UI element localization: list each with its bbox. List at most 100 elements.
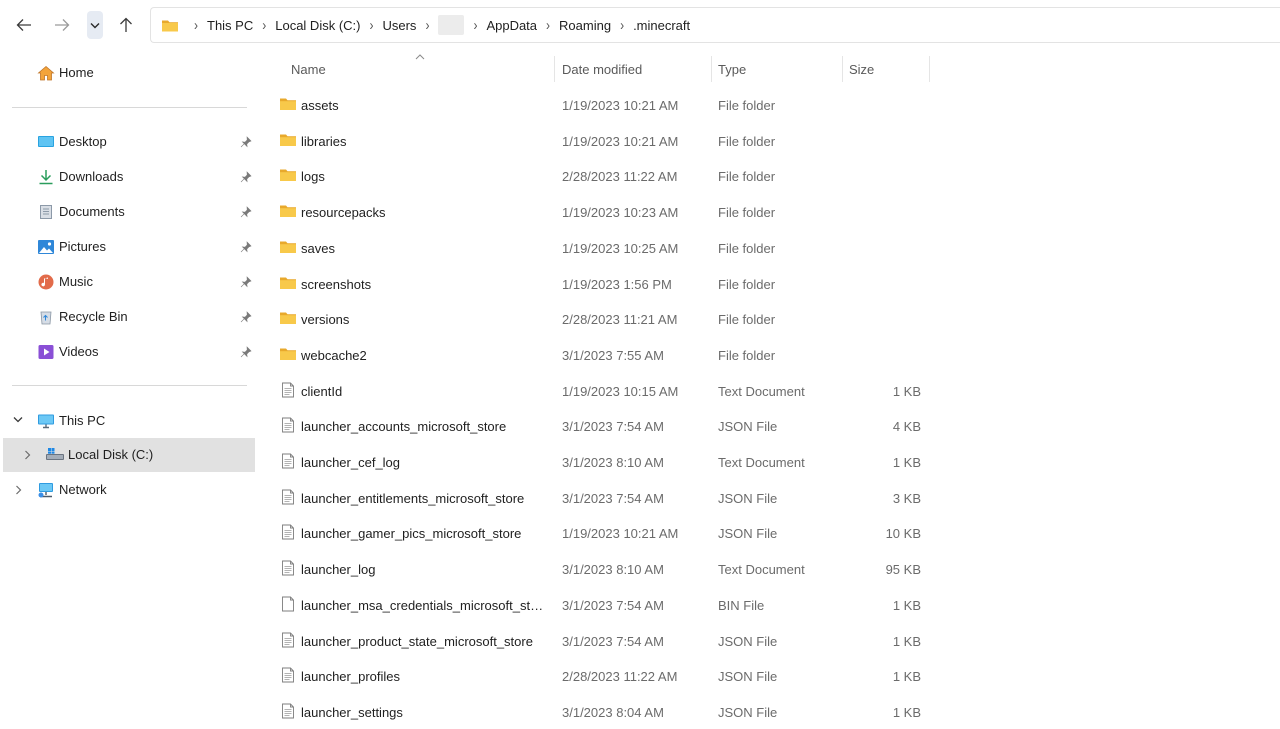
file-row[interactable]: launcher_entitlements_microsoft_store 3/1…: [257, 481, 937, 515]
pin-icon[interactable]: [240, 276, 252, 288]
file-row[interactable]: libraries 1/19/2023 10:21 AM File folder: [257, 124, 937, 158]
column-header-date[interactable]: Date modified: [562, 62, 642, 77]
sidebar-item-network[interactable]: Network: [0, 473, 255, 507]
sidebar-item-this-pc[interactable]: This PC: [0, 404, 255, 438]
column-header-size[interactable]: Size: [849, 62, 874, 77]
sidebar-item-recycle-bin[interactable]: Recycle Bin: [0, 300, 255, 334]
folder-icon: [280, 277, 296, 289]
file-type: JSON File: [718, 669, 778, 685]
column-header-type[interactable]: Type: [718, 62, 746, 77]
videos-icon: [38, 345, 54, 359]
sidebar-item-pictures[interactable]: Pictures: [0, 230, 255, 264]
breadcrumb-user-redacted[interactable]: [438, 15, 465, 35]
breadcrumb-separator: ›: [262, 16, 267, 34]
sidebar-item-music[interactable]: Music: [0, 265, 255, 299]
file-type: Text Document: [718, 455, 805, 470]
file-date-modified: 3/1/2023 7:54 AM: [562, 490, 664, 506]
file-row[interactable]: launcher_cef_log 3/1/2023 8:10 AM Text Doc…: [257, 445, 937, 479]
sidebar-item-label: Pictures: [59, 239, 106, 254]
column-divider[interactable]: [554, 56, 555, 82]
recent-locations-button[interactable]: [87, 11, 103, 39]
pin-icon[interactable]: [240, 311, 252, 323]
file-row[interactable]: webcache2 3/1/2023 7:55 AM File folder: [257, 338, 937, 372]
file-type: File folder: [718, 98, 776, 113]
file-row[interactable]: logs 2/28/2023 11:22 AM File folder: [257, 159, 937, 193]
breadcrumb-separator: ›: [425, 16, 430, 34]
pin-icon[interactable]: [240, 206, 252, 218]
chevron-right-icon[interactable]: [24, 450, 31, 460]
column-headers: Name Date modified Type Size: [257, 50, 937, 86]
pin-icon[interactable]: [240, 346, 252, 358]
file-row[interactable]: launcher_profiles 2/28/2023 11:22 AM JSON …: [257, 659, 937, 693]
file-type: JSON File: [718, 704, 778, 720]
column-divider[interactable]: [929, 56, 930, 82]
file-row[interactable]: launcher_log 3/1/2023 8:10 AM Text Documen…: [257, 552, 937, 586]
breadcrumb-minecraft[interactable]: .minecraft: [633, 18, 690, 33]
file-name: launcher_settings: [301, 704, 403, 720]
file-row[interactable]: assets 1/19/2023 10:21 AM File folder: [257, 88, 937, 122]
breadcrumb-separator: ›: [473, 16, 478, 34]
file-size: 1 KB: [892, 597, 921, 613]
file-name: launcher_profiles: [301, 669, 401, 685]
file-row[interactable]: saves 1/19/2023 10:25 AM File folder: [257, 231, 937, 265]
sidebar-item-documents[interactable]: Documents: [0, 195, 255, 229]
file-date-modified: 3/1/2023 7:54 AM: [562, 597, 664, 613]
sidebar-item-label: Home: [59, 65, 94, 80]
file-name: webcache2: [301, 347, 367, 363]
back-button[interactable]: [9, 10, 39, 40]
breadcrumb-local-disk[interactable]: Local Disk (C:): [275, 18, 360, 33]
file-size: 3 KB: [892, 490, 921, 506]
file-row[interactable]: launcher_settings 3/1/2023 8:04 AM JSON Fi…: [257, 695, 937, 729]
file-row[interactable]: launcher_product_state_microsoft_store 3/…: [257, 624, 937, 658]
chevron-right-icon[interactable]: [15, 485, 22, 495]
file-name: launcher_product_state_microsoft_store: [301, 633, 533, 649]
address-toolbar: › This PC › Local Disk (C:) › Users › › …: [0, 0, 1280, 50]
sidebar-item-local-disk[interactable]: Local Disk (C:): [3, 438, 255, 472]
file-date-modified: 2/28/2023 11:22 AM: [562, 169, 678, 185]
file-name: launcher_cef_log: [301, 455, 401, 470]
file-row[interactable]: clientId 1/19/2023 10:15 AM Text Document 1…: [257, 374, 937, 408]
sidebar-item-downloads[interactable]: Downloads: [0, 160, 255, 194]
file-row[interactable]: launcher_msa_credentials_microsoft_stor.…: [257, 588, 937, 622]
file-date-modified: 3/1/2023 7:54 AM: [562, 419, 664, 435]
folder-icon: [280, 241, 296, 253]
file-row[interactable]: versions 2/28/2023 11:21 AM File folder: [257, 302, 937, 336]
up-button[interactable]: [111, 10, 141, 40]
file-date-modified: 3/1/2023 7:54 AM: [562, 633, 664, 649]
chevron-down-icon[interactable]: [13, 416, 23, 423]
file-row[interactable]: resourcepacks 1/19/2023 10:23 AM File fold…: [257, 195, 937, 229]
column-header-name[interactable]: Name: [291, 62, 326, 77]
sidebar-item-label: Recycle Bin: [59, 309, 128, 324]
navigation-pane: Home Desktop Downloads Documents Picture…: [0, 50, 257, 720]
sidebar-item-home[interactable]: Home: [0, 56, 255, 90]
breadcrumb-separator: ›: [620, 16, 625, 34]
column-divider[interactable]: [711, 56, 712, 82]
sidebar-item-label: Local Disk (C:): [68, 447, 154, 462]
forward-button[interactable]: [47, 10, 77, 40]
file-row[interactable]: launcher_gamer_pics_microsoft_store 1/19/…: [257, 516, 937, 550]
pin-icon[interactable]: [240, 136, 252, 148]
file-size: 4 KB: [892, 419, 921, 435]
column-divider[interactable]: [842, 56, 843, 82]
computer-icon: [38, 414, 54, 429]
file-type: File folder: [718, 347, 776, 363]
breadcrumb-users[interactable]: Users: [382, 18, 416, 33]
text-file-icon: [282, 703, 294, 719]
file-name: libraries: [301, 133, 347, 149]
address-bar[interactable]: › This PC › Local Disk (C:) › Users › › …: [150, 7, 1280, 43]
breadcrumb-this-pc[interactable]: This PC: [207, 18, 253, 33]
breadcrumb-appdata[interactable]: AppData: [486, 18, 537, 33]
text-file-icon: [282, 560, 294, 576]
pin-icon[interactable]: [240, 241, 252, 253]
text-file-icon: [282, 524, 294, 540]
file-type: File folder: [718, 276, 776, 292]
pin-icon[interactable]: [240, 171, 252, 183]
sidebar-item-desktop[interactable]: Desktop: [0, 125, 255, 159]
breadcrumb-roaming[interactable]: Roaming: [559, 18, 611, 33]
file-size: 10 KB: [885, 526, 921, 542]
file-row[interactable]: screenshots 1/19/2023 1:56 PM File folder: [257, 267, 937, 301]
downloads-icon: [39, 170, 53, 185]
sidebar-item-label: Videos: [59, 344, 99, 359]
sidebar-item-videos[interactable]: Videos: [0, 335, 255, 369]
file-row[interactable]: launcher_accounts_microsoft_store 3/1/202…: [257, 409, 937, 443]
